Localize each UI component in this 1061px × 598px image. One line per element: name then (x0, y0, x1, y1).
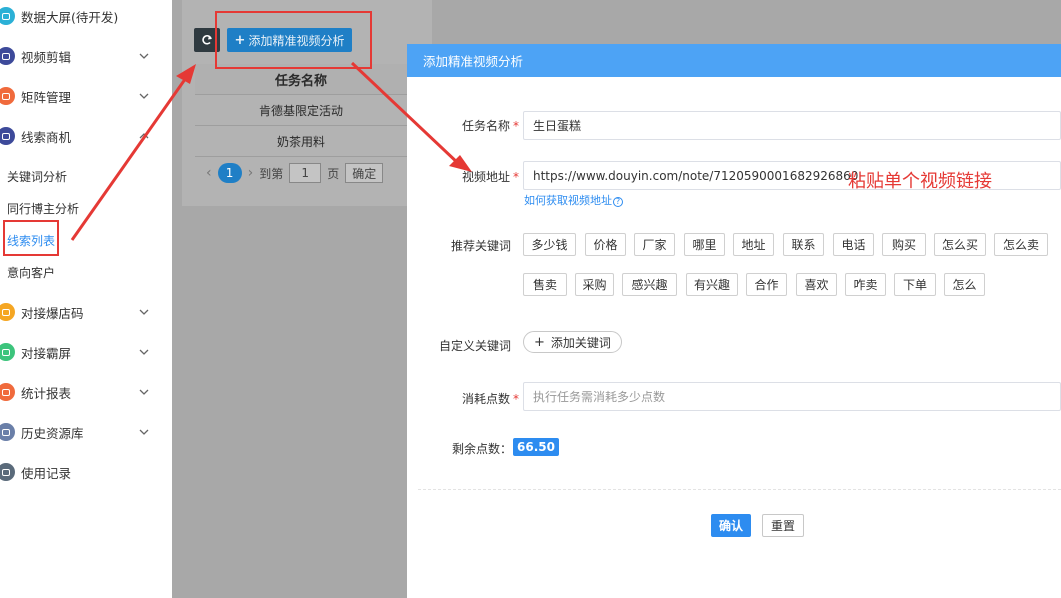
nav-item-reports[interactable]: 统计报表 (0, 380, 172, 404)
nav-item-label: 统计报表 (21, 385, 72, 401)
add-keyword-button[interactable]: + 添加关键词 (523, 331, 622, 353)
annotation-box-add-button (215, 11, 372, 69)
nav-item-label: 视频剪辑 (21, 49, 72, 65)
annotation-box-lead-list (3, 220, 59, 256)
keyword-tag[interactable]: 地址 (733, 233, 774, 256)
clock-icon (0, 463, 15, 481)
keywords-label: 推荐关键词 (451, 239, 512, 253)
refresh-icon (202, 35, 212, 45)
video-icon (0, 47, 15, 65)
page-label: 页 (327, 166, 340, 181)
next-page-icon[interactable]: › (248, 165, 254, 181)
keyword-tag[interactable]: 怎么卖 (994, 233, 1048, 256)
nav-item-video-edit[interactable]: 视频剪辑 (0, 44, 172, 68)
keyword-tag[interactable]: 价格 (585, 233, 626, 256)
help-link[interactable]: 如何获取视频地址? (524, 192, 623, 208)
custom-keyword-label: 自定义关键词 (439, 339, 512, 353)
keyword-tag[interactable]: 多少钱 (523, 233, 576, 256)
points-label: 消耗点数 * (462, 392, 520, 406)
nav-item-data-screen[interactable]: 数据大屏(待开发) (0, 4, 172, 28)
keyword-tag[interactable]: 联系 (783, 233, 824, 256)
copy-icon (0, 343, 15, 361)
table-row[interactable]: 奶茶用料 (195, 126, 407, 157)
nav-item-history[interactable]: 历史资源库 (0, 420, 172, 444)
confirm-button[interactable]: 确认 (711, 514, 751, 537)
keyword-tag[interactable]: 厂家 (634, 233, 675, 256)
video-url-label: 视频地址 * (462, 170, 520, 184)
prev-page-icon[interactable]: ‹ (206, 165, 212, 181)
chevron-down-icon[interactable] (138, 426, 150, 438)
remaining-points-label: 剩余点数： (452, 442, 513, 456)
chart-icon (0, 127, 15, 145)
layers-icon (0, 423, 15, 441)
question-icon: ? (613, 197, 623, 207)
add-keyword-label: 添加关键词 (550, 335, 611, 350)
keyword-tag[interactable]: 有兴趣 (686, 273, 738, 296)
task-table: 任务名称 肯德基限定活动 奶茶用料 (195, 64, 407, 157)
nav-item-shop-code[interactable]: 对接爆店码 (0, 300, 172, 324)
points-input[interactable]: 执行任务需消耗多少点数 (523, 382, 1061, 411)
keyword-tag[interactable]: 合作 (746, 273, 787, 296)
nav-item-screen-dominance[interactable]: 对接霸屏 (0, 340, 172, 364)
keyword-tag[interactable]: 咋卖 (845, 273, 886, 296)
task-name-input[interactable]: 生日蛋糕 (523, 111, 1061, 140)
nav-item-label: 使用记录 (21, 465, 72, 481)
keyword-tag[interactable]: 售卖 (523, 273, 567, 296)
keyword-tag[interactable]: 下单 (894, 273, 936, 296)
keyword-tag[interactable]: 电话 (833, 233, 874, 256)
nav-item-matrix[interactable]: 矩阵管理 (0, 84, 172, 108)
keyword-tag[interactable]: 怎么买 (934, 233, 986, 256)
reset-button[interactable]: 重置 (762, 514, 804, 537)
goto-label: 到第 (259, 166, 284, 181)
goto-confirm-button[interactable]: 确定 (345, 163, 384, 183)
chevron-down-icon[interactable] (138, 386, 150, 398)
shop-icon (0, 303, 15, 321)
nav-item-label: 历史资源库 (21, 425, 84, 441)
chevron-down-icon[interactable] (138, 50, 150, 62)
grid-icon (0, 87, 15, 105)
keyword-tag[interactable]: 哪里 (684, 233, 725, 256)
remaining-points-badge: 66.50 (513, 438, 559, 456)
table-row[interactable]: 肯德基限定活动 (195, 95, 407, 126)
bar-chart-icon (0, 383, 15, 401)
page-number-current[interactable]: 1 (217, 163, 242, 183)
annotation-text: 粘贴单个视频链接 (848, 171, 992, 192)
plus-icon: + (534, 334, 545, 350)
sub-item-keyword-analysis[interactable]: 关键词分析 (7, 168, 67, 185)
keyword-tag[interactable]: 喜欢 (796, 273, 837, 296)
keyword-tag[interactable]: 感兴趣 (622, 273, 677, 296)
sub-item-intent-customer[interactable]: 意向客户 (7, 264, 55, 281)
nav-item-leads[interactable]: 线索商机 (0, 124, 172, 148)
monitor-icon (0, 7, 15, 25)
chevron-down-icon[interactable] (138, 90, 150, 102)
sub-item-peer-blogger[interactable]: 同行博主分析 (7, 200, 79, 217)
divider (418, 489, 1061, 490)
task-name-label: 任务名称 * (462, 119, 520, 133)
nav-item-label: 数据大屏(待开发) (21, 9, 119, 25)
nav-item-label: 线索商机 (21, 129, 72, 145)
goto-page-input[interactable]: 1 (289, 163, 322, 183)
keyword-tag[interactable]: 购买 (882, 233, 926, 256)
pagination: ‹ 1 › 到第 1 页 确定 (200, 162, 384, 184)
nav-item-label: 矩阵管理 (21, 89, 72, 105)
chevron-down-icon[interactable] (138, 346, 150, 358)
keyword-tag[interactable]: 采购 (575, 273, 614, 296)
sidebar: 数据大屏(待开发) 视频剪辑 矩阵管理 线索商机 关键词分析 同行博主分析 线索… (0, 0, 172, 598)
nav-item-usage-log[interactable]: 使用记录 (0, 460, 172, 484)
chevron-up-icon[interactable] (138, 130, 150, 142)
modal-title: 添加精准视频分析 (407, 44, 1061, 77)
chevron-down-icon[interactable] (138, 306, 150, 318)
nav-item-label: 对接霸屏 (21, 345, 72, 361)
nav-item-label: 对接爆店码 (21, 305, 84, 321)
keyword-tag[interactable]: 怎么 (944, 273, 985, 296)
